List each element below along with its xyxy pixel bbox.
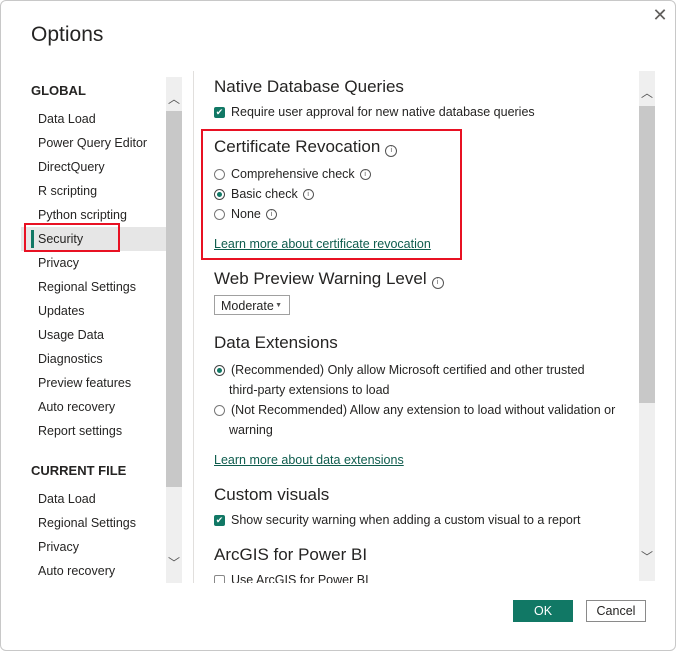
dialog-title: Options: [31, 23, 104, 46]
sidebar-item-file-regional-settings[interactable]: Regional Settings: [21, 511, 167, 535]
sidebar-item-file-auto-recovery[interactable]: Auto recovery: [21, 559, 167, 583]
current-file-heading: CURRENT FILE: [31, 463, 127, 478]
web-preview-level-dropdown[interactable]: Moderate ▼: [214, 295, 290, 315]
cancel-button[interactable]: Cancel: [586, 600, 646, 622]
chevron-up-icon[interactable]: ︿: [166, 91, 182, 107]
sidebar-item-report-settings[interactable]: Report settings: [21, 419, 167, 443]
cert-option-none[interactable]: None i: [214, 207, 277, 221]
custom-visuals-checkbox-label: Show security warning when adding a cust…: [231, 513, 581, 527]
sidebar-nav: GLOBAL Data Load Power Query Editor Dire…: [21, 71, 167, 583]
data-ext-option-label-cont: warning: [229, 423, 273, 437]
radio-unselected[interactable]: [214, 208, 225, 220]
chevron-down-icon[interactable]: ﹀: [639, 549, 655, 565]
sidebar-item-diagnostics[interactable]: Diagnostics: [21, 347, 167, 371]
close-icon[interactable]: ✕: [651, 6, 669, 24]
web-preview-heading: Web Preview Warning Level i: [214, 269, 444, 289]
sidebar-item-auto-recovery[interactable]: Auto recovery: [21, 395, 167, 419]
sidebar-item-preview-features[interactable]: Preview features: [21, 371, 167, 395]
sidebar-item-regional-settings[interactable]: Regional Settings: [21, 275, 167, 299]
content-scrollbar-thumb[interactable]: [639, 106, 655, 403]
data-ext-heading: Data Extensions: [214, 333, 338, 352]
data-ext-option-label-cont: third-party extensions to load: [229, 383, 390, 397]
sidebar-item-data-load[interactable]: Data Load: [21, 107, 167, 131]
sidebar-item-security[interactable]: Security: [21, 227, 167, 251]
radio-selected[interactable]: [214, 188, 225, 200]
caret-down-icon: ▼: [275, 302, 282, 309]
radio-unselected[interactable]: [214, 404, 225, 416]
checkbox-checked[interactable]: ✔: [214, 514, 225, 526]
data-ext-option-recommended[interactable]: (Recommended) Only allow Microsoft certi…: [214, 363, 585, 377]
dropdown-value: Moderate: [221, 299, 274, 313]
cert-heading: Certificate Revocation i: [214, 137, 398, 157]
sidebar-item-r-scripting[interactable]: R scripting: [21, 179, 167, 203]
cert-option-comprehensive[interactable]: Comprehensive check i: [214, 167, 371, 181]
arcgis-heading: ArcGIS for Power BI: [214, 545, 368, 564]
sidebar-item-file-data-load[interactable]: Data Load: [21, 487, 167, 511]
web-preview-heading-text: Web Preview Warning Level: [214, 269, 427, 288]
native-db-heading: Native Database Queries: [214, 77, 404, 96]
chevron-up-icon[interactable]: ︿: [639, 85, 655, 101]
chevron-down-icon[interactable]: ﹀: [166, 555, 182, 571]
native-db-checkbox-row[interactable]: ✔ Require user approval for new native d…: [214, 105, 535, 119]
ok-button[interactable]: OK: [513, 600, 573, 622]
custom-visuals-checkbox-row[interactable]: ✔ Show security warning when adding a cu…: [214, 513, 581, 527]
data-ext-option-label: (Recommended) Only allow Microsoft certi…: [231, 363, 585, 377]
sidebar-item-directquery[interactable]: DirectQuery: [21, 155, 167, 179]
cert-option-label: None: [231, 207, 261, 221]
native-db-checkbox-label: Require user approval for new native dat…: [231, 105, 535, 119]
data-ext-option-label: (Not Recommended) Allow any extension to…: [231, 403, 616, 417]
radio-unselected[interactable]: [214, 168, 225, 180]
arcgis-checkbox-row[interactable]: Use ArcGIS for Power BI: [214, 573, 369, 583]
info-icon[interactable]: i: [385, 145, 398, 157]
cert-learn-more-link[interactable]: Learn more about certificate revocation: [214, 237, 431, 251]
arcgis-checkbox-label: Use ArcGIS for Power BI: [231, 573, 369, 583]
sidebar-item-privacy[interactable]: Privacy: [21, 251, 167, 275]
sidebar-item-power-query-editor[interactable]: Power Query Editor: [21, 131, 167, 155]
sidebar-item-usage-data[interactable]: Usage Data: [21, 323, 167, 347]
sidebar-scrollbar[interactable]: ︿ ﹀: [166, 77, 182, 583]
cert-option-basic[interactable]: Basic check i: [214, 187, 314, 201]
info-icon[interactable]: i: [359, 168, 371, 180]
cert-option-label: Basic check: [231, 187, 298, 201]
info-icon[interactable]: i: [302, 188, 314, 200]
cert-heading-text: Certificate Revocation: [214, 137, 381, 156]
sidebar-item-updates[interactable]: Updates: [21, 299, 167, 323]
data-ext-learn-more-link[interactable]: Learn more about data extensions: [214, 453, 404, 467]
cert-option-label: Comprehensive check: [231, 167, 355, 181]
sidebar-scrollbar-thumb[interactable]: [166, 111, 182, 487]
data-ext-option-not-recommended[interactable]: (Not Recommended) Allow any extension to…: [214, 403, 615, 417]
custom-visuals-heading: Custom visuals: [214, 485, 330, 504]
settings-content: Native Database Queries ✔ Require user a…: [196, 69, 636, 583]
pane-divider: [193, 71, 194, 583]
info-icon[interactable]: i: [265, 208, 277, 220]
global-heading: GLOBAL: [31, 83, 86, 98]
info-icon[interactable]: i: [431, 277, 444, 289]
sidebar-item-file-privacy[interactable]: Privacy: [21, 535, 167, 559]
checkbox-checked[interactable]: ✔: [214, 106, 225, 118]
options-dialog: Options ✕ GLOBAL Data Load Power Query E…: [0, 0, 676, 651]
content-scrollbar[interactable]: ︿ ﹀: [639, 71, 655, 581]
sidebar-item-python-scripting[interactable]: Python scripting: [21, 203, 167, 227]
checkbox-unchecked[interactable]: [214, 574, 225, 583]
radio-selected[interactable]: [214, 364, 225, 376]
